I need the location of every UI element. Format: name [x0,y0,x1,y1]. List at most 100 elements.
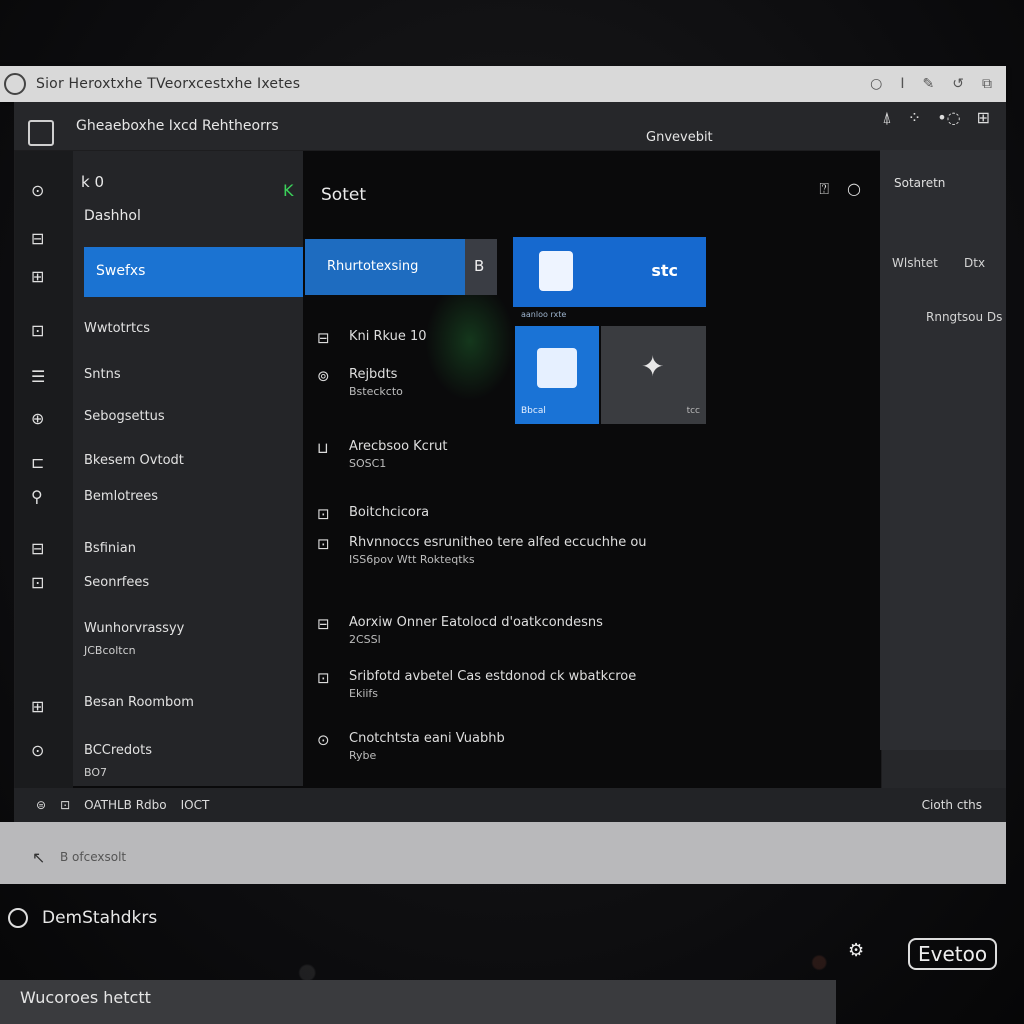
nav-item[interactable]: Bsfinian [84,541,136,556]
box-icon[interactable]: ⊡ [60,798,70,812]
secondary-action-label: B [474,257,485,275]
notification-icon[interactable]: •◌ [937,108,960,128]
list-item[interactable]: ⊡ Sribfotd avbetel Cas estdonod ck wbatk… [317,669,636,700]
nav-item[interactable]: Bkesem Ovtodt [84,453,184,468]
titlebar-controls: ○ I ✎ ↺ ⧉ [870,76,1006,92]
brand-badge: Evetoo [908,938,998,970]
nav-item-label: BCCredots [84,743,152,758]
window-icon[interactable]: ⧉ [982,76,992,92]
secondary-action-button[interactable]: B [465,239,497,295]
bottom-search-bar[interactable]: Wucoroes hetctt [0,980,836,1024]
app-tile-sub: aanloo rxte [521,310,567,319]
nav-item-label: Swefxs [96,263,146,279]
entry-sub: Ekiifs [349,686,379,700]
breadcrumb[interactable]: B ofcexsolt [60,850,126,864]
entry-icon: ⊟ [317,329,330,347]
edit-icon[interactable]: ✎ [923,76,935,92]
nav-item[interactable]: BCCredots BO7 [84,743,152,779]
header-icons: ⍋ ⁘ •◌ ⊞ [882,108,990,128]
entry-icon: ⊡ [317,669,330,687]
list-item[interactable]: ⊟ Kni Rkue 10 [317,329,427,347]
list-item[interactable]: ⊡ Boitchcicora [317,505,429,523]
back-arrow-icon[interactable]: ↖ [32,848,45,867]
primary-action-label: Rhurtotexsing [327,259,419,274]
bottom-title-text: DemStahdkrs [42,908,158,928]
status-left: ⊜ ⊡ OATHLB Rdbo IOCT [36,798,209,812]
list-item[interactable]: ⊔ Arecbsoo Kcrut SOSC1 [317,439,448,470]
search-text: Wucoroes hetctt [20,988,151,1007]
nav-item-sub: JCBcoltcn [84,644,136,657]
right-panel-item[interactable]: Dtx [964,256,985,270]
nav-item[interactable]: Besan Roombom [84,695,194,710]
right-panel-item[interactable]: Wlshtet [892,256,938,270]
circle-icon[interactable]: ○ [847,179,861,199]
entry-icon: ⊚ [317,367,330,385]
rail-doc-icon[interactable]: ⊟ [31,539,44,558]
app-tile-blue[interactable]: Bbcal [515,326,599,424]
right-panel-title: Sotaretn [894,176,946,190]
rail-list-icon[interactable]: ⊟ [31,229,44,248]
status-bar: ⊜ ⊡ OATHLB Rdbo IOCT Cioth cths [14,788,1006,822]
entry-icon: ⊟ [317,615,330,633]
nav-item[interactable]: Bemlotrees [84,489,158,504]
entry-title: Rejbdts [349,367,398,382]
status-right[interactable]: Cioth cths [922,798,982,812]
app-tile-sub: Bbcal [521,406,546,416]
nav-item-selected[interactable]: Swefxs [84,247,303,297]
nav-item-sub: BO7 [84,766,108,779]
right-panel-item[interactable]: Rnngtsou Ds [926,310,1002,324]
rail-pin-icon[interactable]: ⚲ [31,487,43,506]
app-window: Gheaeboxhe Ixcd Rehtheorrs Gnvevebit ⍋ ⁘… [14,102,1006,802]
app-header: Gheaeboxhe Ixcd Rehtheorrs Gnvevebit ⍋ ⁘… [14,102,1006,150]
rail-box-icon[interactable]: ⊡ [31,321,44,340]
list-item[interactable]: ⊚ Rejbdts Bsteckcto [317,367,403,398]
entry-icon: ⊡ [317,505,330,523]
search-icon[interactable]: ○ [870,76,882,92]
list-item[interactable]: ⊟ Aorxiw Onner Eatolocd d'oatkcondesns 2C… [317,615,603,646]
content-area: K Sotet ⍰ ○ Rhurtotexsing B stc aanloo r… [283,151,875,791]
apps-icon[interactable]: ⁘ [908,108,921,128]
window-title: Sior Heroxtxhe TVeorxcestxhe Ixetes [36,76,301,92]
right-panel: Sotaretn Wlshtet Dtx Rnngtsou Ds [880,150,1006,750]
nav-item[interactable]: Sebogsettus [84,409,165,424]
nav-header[interactable]: Dashhol [84,208,141,224]
rail-grid-icon[interactable]: ⊞ [31,267,44,286]
refresh-icon[interactable]: ↺ [952,76,964,92]
entry-title: Kni Rkue 10 [349,329,427,344]
list-item[interactable]: ⊙ Cnotchtsta eani Vuabhb Rybe [317,731,505,762]
rail-panel-icon[interactable]: ⊏ [31,453,44,472]
app-tile-large[interactable]: stc aanloo rxte [513,237,706,319]
entry-sub: SOSC1 [349,456,387,470]
nav-item[interactable]: Wwtotrtcs [84,321,150,336]
entry-title: Cnotchtsta eani Vuabhb [349,731,505,746]
lock-icon[interactable]: ⊜ [36,798,46,812]
app-tile-icon [539,251,573,291]
list-item[interactable]: ⊡ Rhvnnoccs esrunitheo tere alfed eccuch… [317,535,647,566]
nav-item[interactable]: Sntns [84,367,121,382]
entry-icon: ⊙ [317,731,330,749]
rail-box2-icon[interactable]: ⊡ [31,573,44,592]
rail-home-icon[interactable]: ⊙ [31,181,44,200]
user-icon[interactable]: ⍋ [882,108,892,128]
browser-titlebar: Sior Heroxtxhe TVeorxcestxhe Ixetes ○ I … [0,66,1006,102]
divider-icon: I [900,76,905,92]
nav-top-label: k 0 [81,173,104,191]
nav-item[interactable]: Wunhorvrassyy JCBcoltcn [84,621,184,657]
app-tile-label: stc [651,261,678,280]
account-label[interactable]: Gnvevebit [646,130,713,145]
nav-item[interactable]: Seonrfees [84,575,149,590]
rail-circle-icon[interactable]: ⊙ [31,741,44,760]
app-icon[interactable] [28,120,54,146]
rail-add-icon[interactable]: ⊕ [31,409,44,428]
content-controls: ⍰ ○ [819,179,861,199]
green-tab-icon[interactable]: K [283,181,294,200]
help-icon[interactable]: ⍰ [819,179,829,199]
rail-tiles-icon[interactable]: ⊞ [31,697,44,716]
settings-icon[interactable]: ⊞ [977,108,990,128]
gear-icon[interactable]: ⚙ [848,940,864,961]
entry-sub: Bsteckcto [349,384,403,398]
entry-sub: ISS6pov Wtt Rokteqtks [349,552,475,566]
side-nav: k 0 Dashhol Swefxs Wwtotrtcs Sntns Sebog… [73,151,303,786]
rail-menu-icon[interactable]: ☰ [31,367,45,386]
app-tile-gray[interactable]: ✦ tcc [601,326,706,424]
